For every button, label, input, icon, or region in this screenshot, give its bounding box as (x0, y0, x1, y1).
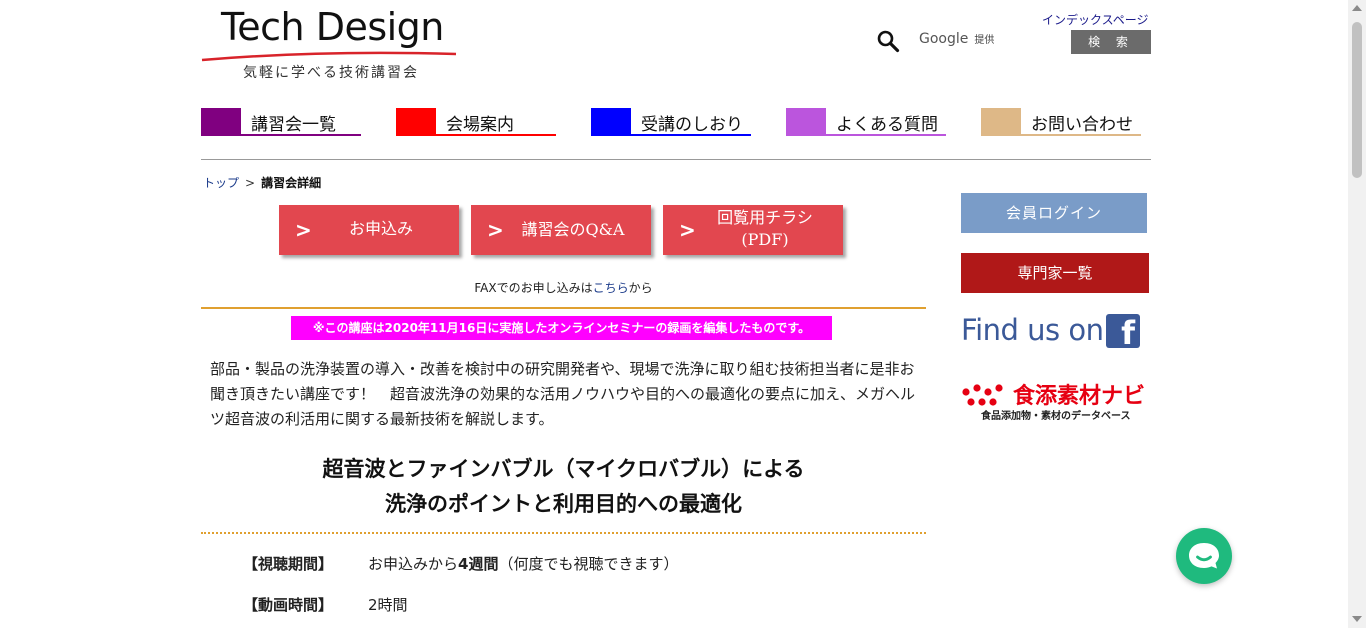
nav-item-contact[interactable]: お問い合わせ (981, 108, 1141, 136)
nav-underline (241, 134, 361, 136)
google-label: Google (919, 31, 969, 47)
viewing-period-weeks: 4週間 (458, 555, 499, 573)
course-title: 超音波とファインバブル（マイクロバブル）による 洗浄のポイントと利用目的への最適… (201, 452, 926, 522)
member-login-button[interactable]: 会員ログイン (961, 193, 1147, 233)
search-icon[interactable] (876, 29, 900, 53)
apply-button[interactable]: > お申込み (279, 205, 459, 255)
food-navi-subtitle: 食品添加物・素材のデータベース (981, 411, 1131, 422)
nav-item-faq[interactable]: よくある質問 (786, 108, 946, 136)
course-title-line2: 洗浄のポイントと利用目的への最適化 (385, 492, 742, 516)
scroll-down-arrow-icon[interactable] (1352, 616, 1362, 622)
food-additive-navi-banner[interactable]: 食添素材ナビ 食品添加物・素材のデータベース (961, 378, 1151, 422)
food-navi-name: 食添素材ナビ (1013, 384, 1146, 409)
video-duration-row: 【動画時間】 2時間 (243, 594, 408, 615)
apply-button-label: お申込み (348, 219, 413, 238)
nav-label: よくある質問 (836, 115, 938, 135)
video-duration-label: 【動画時間】 (243, 596, 334, 614)
course-title-line1: 超音波とファインバブル（マイクロバブル）による (322, 457, 805, 481)
flyer-button-label-line1: 回覧用チラシ (717, 208, 813, 227)
facebook-icon: f (1106, 314, 1140, 352)
scrollbar-thumb[interactable] (1352, 22, 1362, 178)
chat-icon (1189, 543, 1219, 569)
nav-swatch (981, 108, 1021, 136)
page: Tech Design 気軽に学べる技術講習会 Google 提供 インデックスペ… (0, 0, 1348, 628)
breadcrumb-separator: > (245, 176, 256, 190)
flyer-button-label-line2: (PDF) (741, 230, 789, 249)
fax-prefix: FAXでのお申し込みは (474, 281, 593, 295)
fax-suffix: から (628, 281, 653, 295)
video-duration-value: 2時間 (368, 596, 408, 614)
facebook-letter: f (1121, 314, 1135, 352)
google-provided-label: Google 提供 (919, 31, 994, 47)
nav-swatch (786, 108, 826, 136)
nav-label: 受講のしおり (641, 115, 743, 135)
breadcrumb-home-link[interactable]: トップ (203, 176, 239, 190)
chat-widget-button[interactable] (1176, 528, 1232, 584)
breadcrumb: トップ > 講習会詳細 (203, 174, 321, 191)
recording-notice: ※この講座は2020年11月16日に実施したオンラインセミナーの録画を編集したも… (291, 316, 832, 340)
course-qa-button-label: 講習会のQ&A (521, 220, 625, 239)
dotted-divider (201, 532, 926, 534)
site-logo-title[interactable]: Tech Design (221, 5, 444, 49)
course-qa-button[interactable]: > 講習会のQ&A (471, 205, 651, 255)
viewing-period-row: 【視聴期間】 お申込みから4週間（何度でも視聴できます） (243, 553, 678, 574)
expert-list-button[interactable]: 専門家一覧 (961, 253, 1149, 293)
nav-underline (1021, 134, 1141, 136)
scroll-up-arrow-icon[interactable] (1352, 5, 1362, 11)
search-button[interactable]: 検 索 (1071, 30, 1151, 54)
nav-item-venue[interactable]: 会場案内 (396, 108, 556, 136)
nav-underline (631, 134, 751, 136)
nav-swatch (591, 108, 631, 136)
nav-swatch (201, 108, 241, 136)
find-us-text: Find us on (961, 313, 1104, 347)
viewing-period-prefix: お申込みから (368, 555, 459, 573)
vertical-scrollbar[interactable] (1348, 0, 1366, 628)
nav-label: 会場案内 (446, 115, 514, 135)
nav-item-guide[interactable]: 受講のしおり (591, 108, 751, 136)
nav-swatch (396, 108, 436, 136)
viewing-period-suffix: （何度でも視聴できます） (498, 555, 679, 573)
course-intro-text: 部品・製品の洗浄装置の導入・改善を検討中の研究開発者や、現場で洗浄に取り組む技術… (210, 360, 916, 428)
section-divider (201, 307, 926, 309)
header-divider (201, 159, 1151, 160)
provided-label: 提供 (974, 35, 995, 46)
facebook-find-us-banner[interactable]: Find us on f (961, 313, 1151, 352)
fax-link[interactable]: こちら (593, 281, 629, 295)
index-page-link[interactable]: インデックスページ (1042, 11, 1149, 28)
fax-application-line: FAXでのお申し込みはこちらから (201, 279, 926, 296)
nav-label: お問い合わせ (1031, 115, 1133, 135)
site-logo-subtitle: 気軽に学べる技術講習会 (243, 65, 419, 81)
nav-underline (826, 134, 946, 136)
nav-underline (436, 134, 556, 136)
nav-item-course-list[interactable]: 講習会一覧 (201, 108, 361, 136)
viewing-period-label: 【視聴期間】 (243, 555, 334, 573)
flyer-pdf-button[interactable]: > 回覧用チラシ (PDF) (663, 205, 843, 255)
nav-label: 講習会一覧 (251, 115, 336, 135)
breadcrumb-current: 講習会詳細 (261, 176, 322, 190)
